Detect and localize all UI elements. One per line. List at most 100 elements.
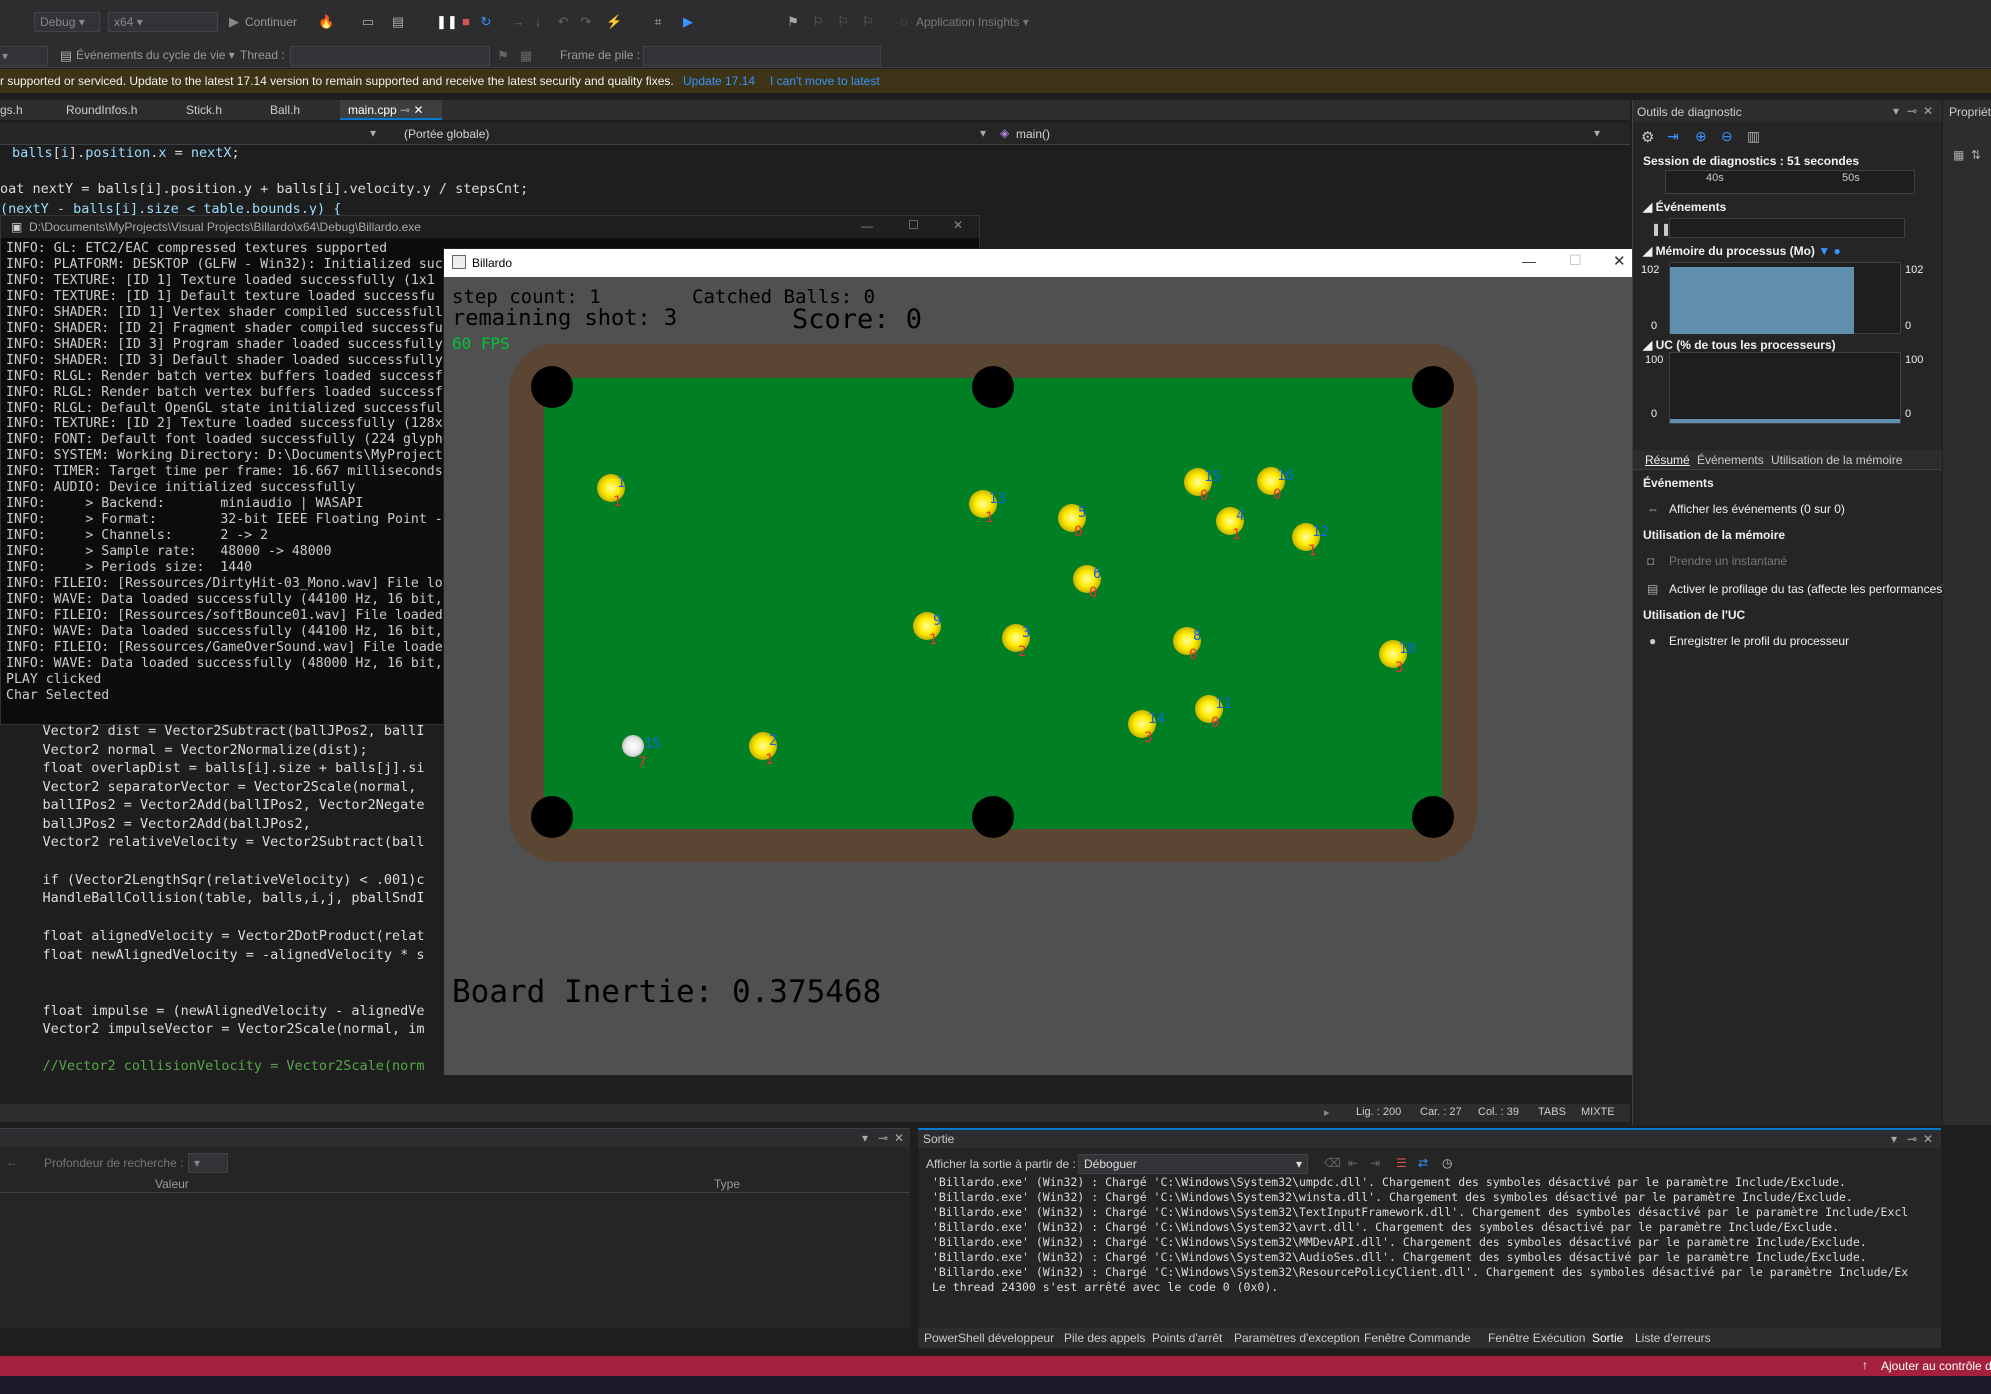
insights-icon[interactable]: ◌ xyxy=(896,14,912,30)
tab-call-stack[interactable]: Pile des appels xyxy=(1064,1331,1145,1345)
tab-breakpoints[interactable]: Points d'arrêt xyxy=(1152,1331,1222,1345)
continue-button[interactable]: Continuer xyxy=(245,15,297,29)
word-wrap-icon[interactable]: ☰ xyxy=(1396,1156,1407,1170)
tab-roundinfos-h[interactable]: RoundInfos.h xyxy=(58,100,145,120)
column-value[interactable]: Valeur xyxy=(155,1177,189,1191)
diagnostic-icon[interactable]: ⚡ xyxy=(606,14,622,30)
chevron-down-icon[interactable]: ▾ xyxy=(1891,1132,1897,1146)
line-ending[interactable]: MIXTE xyxy=(1581,1106,1615,1118)
clock-icon[interactable]: ◷ xyxy=(1442,1156,1452,1170)
tab-events[interactable]: Événements xyxy=(1697,453,1764,467)
memory-header[interactable]: ◢ Mémoire du processus (Mo) ▼ ● xyxy=(1643,244,1841,258)
app-insights-button[interactable]: Application Insights ▾ xyxy=(916,15,1029,29)
scope-dropdown[interactable]: (Portée globale) xyxy=(404,127,489,141)
indent-mode[interactable]: TABS xyxy=(1538,1106,1566,1118)
search-depth-dropdown[interactable]: ▾ xyxy=(188,1153,228,1173)
play-icon[interactable]: ▶ xyxy=(226,14,242,30)
thread-icon[interactable]: ▶ xyxy=(680,14,696,30)
bookmark-next-icon[interactable]: ⚐ xyxy=(835,14,851,30)
prev-message-icon[interactable]: ⇤ xyxy=(1348,1156,1358,1170)
clear-all-icon[interactable]: ⌫ xyxy=(1324,1156,1341,1170)
pause-icon[interactable]: ❚❚ xyxy=(436,14,458,30)
config-dropdown[interactable]: Debug ▾ xyxy=(34,12,100,32)
show-events-link[interactable]: Afficher les événements (0 sur 0) xyxy=(1669,502,1845,516)
billardo-game-window[interactable]: Billardo — ☐ ✕ step count: 1 remaining s… xyxy=(443,248,1643,1076)
layout-icon[interactable]: ▤ xyxy=(390,14,406,30)
tab-resume[interactable]: Résumé xyxy=(1645,453,1690,467)
gear-icon[interactable]: ⚙ xyxy=(1641,128,1654,146)
pin-icon[interactable]: ⊸ xyxy=(1907,1132,1917,1146)
chart-icon[interactable]: ▥ xyxy=(1747,128,1760,145)
output-source-dropdown[interactable]: Déboguer ▾ xyxy=(1078,1154,1308,1174)
chevron-down-icon[interactable]: ▾ xyxy=(862,1131,868,1145)
cue-ball[interactable] xyxy=(622,735,644,757)
tab-powershell[interactable]: PowerShell développeur xyxy=(924,1331,1054,1345)
process-dropdown[interactable]: ▾ xyxy=(0,46,48,66)
column-type[interactable]: Type xyxy=(714,1177,740,1191)
zoom-out-icon[interactable]: ⊖ xyxy=(1721,128,1733,145)
chevron-down-icon[interactable]: ▾ xyxy=(980,126,986,140)
back-arrow-icon[interactable]: ← xyxy=(6,1155,18,1169)
chevron-down-icon[interactable]: ▾ xyxy=(1893,104,1899,118)
bookmark-prev-icon[interactable]: ⚐ xyxy=(810,14,826,30)
cpu-header[interactable]: ◢ UC (% de tous les processeurs) xyxy=(1643,338,1836,352)
flag-icon[interactable]: ⚑ xyxy=(495,48,511,64)
alphabetical-icon[interactable]: ⇅ xyxy=(1971,148,1981,162)
close-icon[interactable]: ✕ xyxy=(413,103,423,117)
chevron-down-icon[interactable]: ▾ xyxy=(370,126,376,140)
thread-dropdown[interactable] xyxy=(290,46,490,66)
function-dropdown[interactable]: main() xyxy=(1016,127,1050,141)
export-icon[interactable]: ⇥ xyxy=(1667,128,1679,145)
tab-ball-h[interactable]: Ball.h xyxy=(262,100,308,120)
record-cpu-link[interactable]: Enregistrer le profil du processeur xyxy=(1669,634,1849,648)
step-forward-icon[interactable]: ↷ xyxy=(578,14,594,30)
categorized-icon[interactable]: ▦ xyxy=(1953,148,1964,162)
tab-immediate-window[interactable]: Fenêtre Exécution xyxy=(1488,1331,1585,1345)
add-to-source-control[interactable]: Ajouter au contrôle de code source xyxy=(1881,1359,1991,1373)
folder-icon[interactable]: ▭ xyxy=(360,14,376,30)
stack-frame-dropdown[interactable] xyxy=(643,46,881,66)
events-header[interactable]: ◢ Événements xyxy=(1643,200,1726,214)
stop-icon[interactable]: ■ xyxy=(458,14,474,30)
tab-command-window[interactable]: Fenêtre Commande xyxy=(1364,1331,1471,1345)
bookmark-clear-icon[interactable]: ⚐ xyxy=(860,14,876,30)
tab-output[interactable]: Sortie xyxy=(1592,1331,1623,1345)
chevron-down-icon[interactable]: ▾ xyxy=(1594,126,1600,140)
tab-memory-usage[interactable]: Utilisation de la mémoire xyxy=(1771,453,1902,467)
maximize-icon[interactable]: ☐ xyxy=(908,218,919,232)
step-back-icon[interactable]: ↶ xyxy=(555,14,571,30)
close-icon[interactable]: ✕ xyxy=(894,1131,904,1145)
tab-exception-settings[interactable]: Paramètres d'exception xyxy=(1234,1331,1360,1345)
heap-profiling-link[interactable]: Activer le profilage du tas (affecte les… xyxy=(1669,582,1946,596)
toggle-icon[interactable]: ⇄ xyxy=(1418,1156,1428,1170)
update-link[interactable]: Update 17.14 xyxy=(683,74,755,88)
step-over-icon[interactable]: → xyxy=(510,14,526,30)
tab-stick-h[interactable]: Stick.h xyxy=(178,100,230,120)
console-line: INFO: SHADER: [ID 3] Default shader load… xyxy=(6,352,443,368)
zoom-in-icon[interactable]: ⊕ xyxy=(1695,128,1707,145)
tab-main-cpp[interactable]: main.cpp ⊸ ✕ xyxy=(340,100,442,120)
filter-icon[interactable]: ▦ xyxy=(518,48,534,64)
close-icon[interactable]: ✕ xyxy=(1923,1132,1933,1146)
tab-error-list[interactable]: Liste d'erreurs xyxy=(1635,1331,1711,1345)
pin-icon[interactable]: ⊸ xyxy=(1907,104,1917,118)
close-icon[interactable]: ✕ xyxy=(953,218,963,232)
next-message-icon[interactable]: ⇥ xyxy=(1370,1156,1380,1170)
minimize-icon[interactable]: — xyxy=(861,219,873,233)
cant-move-link[interactable]: I can't move to latest xyxy=(770,74,880,88)
bookmark-icon[interactable]: ⚑ xyxy=(785,14,801,30)
pin-icon[interactable]: ⊸ xyxy=(400,103,410,117)
tab-gs-h[interactable]: gs.h xyxy=(0,100,31,120)
scroll-right-icon[interactable]: ▸ xyxy=(1324,1106,1330,1119)
hot-reload-icon[interactable]: 🔥 xyxy=(318,14,334,30)
snapshot-button[interactable]: Prendre un instantané xyxy=(1669,554,1787,568)
close-icon[interactable]: ✕ xyxy=(1923,104,1933,118)
lifecycle-events-button[interactable]: Événements du cycle de vie ▾ xyxy=(76,48,235,62)
console-line: INFO: > Channels: 2 -> 2 xyxy=(6,528,269,544)
step-into-icon[interactable]: ↓ xyxy=(530,14,546,30)
platform-dropdown[interactable]: x64 ▾ xyxy=(108,12,218,32)
restart-icon[interactable]: ↻ xyxy=(478,14,494,30)
hex-icon[interactable]: ⌗ xyxy=(650,14,666,30)
pin-icon[interactable]: ⊸ xyxy=(878,1131,888,1145)
timeline[interactable]: 40s 50s xyxy=(1665,170,1915,194)
